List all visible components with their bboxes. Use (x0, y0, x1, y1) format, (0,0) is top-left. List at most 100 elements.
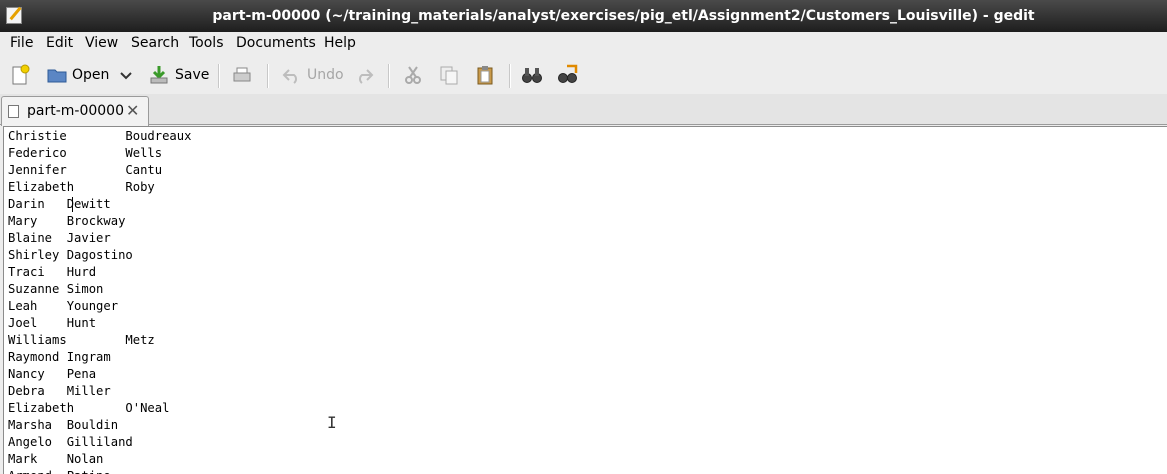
first-name: Mark (8, 452, 38, 466)
first-name: Shirley (8, 248, 60, 262)
paste-button[interactable] (474, 62, 496, 88)
toolbar-separator (388, 64, 390, 88)
last-name: Brockway (66, 214, 126, 228)
last-name: Younger (66, 299, 119, 313)
last-name: Simon (66, 282, 104, 296)
last-name: Boudreaux (125, 129, 192, 143)
redo-button[interactable] (353, 62, 375, 88)
first-name: Angelo (8, 435, 53, 449)
text-line: Elizabeth Roby (8, 179, 191, 196)
first-name: Darin (8, 197, 45, 211)
last-name: Wells (125, 146, 163, 160)
last-name: Dagostino (66, 248, 133, 262)
find-button[interactable] (521, 62, 543, 88)
folder-icon (47, 69, 67, 83)
text-line: Traci Hurd (8, 264, 191, 281)
first-name: Elizabeth (8, 180, 75, 194)
close-tab-icon[interactable]: ✕ (126, 101, 139, 120)
first-name: Williams (8, 333, 67, 347)
first-name: Nancy (8, 367, 45, 381)
print-button[interactable] (231, 62, 253, 88)
undo-icon (282, 69, 297, 84)
undo-button[interactable]: Undo (281, 62, 344, 88)
first-name: Blaine (8, 231, 53, 245)
save-label: Save (175, 67, 210, 83)
last-name: O'Neal (125, 401, 170, 415)
text-line: Blaine Javier (8, 230, 191, 247)
menu-file[interactable]: File (8, 34, 35, 52)
text-line: Nancy Pena (8, 366, 191, 383)
copy-icon (440, 66, 458, 85)
redo-icon (359, 69, 374, 84)
text-line: Jennifer Cantu (8, 162, 191, 179)
open-label: Open (72, 67, 110, 83)
chevron-down-icon (120, 72, 132, 80)
document-tab-bar: part-m-00000 ✕ (0, 94, 1167, 126)
first-name: Debra (8, 384, 45, 398)
menu-view[interactable]: View (83, 34, 120, 52)
first-name: Leah (8, 299, 38, 313)
toolbar-separator (509, 64, 511, 88)
text-line: Joel Hunt (8, 315, 191, 332)
new-document-button[interactable] (9, 62, 31, 88)
text-line: Christie Boudreaux (8, 128, 191, 145)
last-name: Hunt (66, 316, 97, 330)
text-line: Mark Nolan (8, 451, 191, 468)
text-line: Raymond Ingram (8, 349, 191, 366)
text-line: Mary Brockway (8, 213, 191, 230)
last-name: Miller (66, 384, 111, 398)
first-name: Elizabeth (8, 401, 75, 415)
last-name: Hurd (66, 265, 97, 279)
text-file-icon (8, 105, 19, 118)
first-name: Mary (8, 214, 38, 228)
printer-icon (233, 67, 251, 82)
clipboard-icon (477, 66, 493, 85)
last-name: Bouldin (66, 418, 119, 432)
text-line: Williams Metz (8, 332, 191, 349)
text-line: Debra Miller (8, 383, 191, 400)
menu-help[interactable]: Help (322, 34, 358, 52)
text-line: Angelo Gilliland (8, 434, 191, 451)
save-icon (150, 66, 168, 84)
open-recent-dropdown[interactable] (118, 62, 134, 88)
text-caret (72, 197, 73, 212)
tab-label: part-m-00000 (27, 103, 124, 119)
title-bar[interactable]: part-m-00000 (~/training_materials/analy… (0, 0, 1167, 32)
last-name: Dewitt (66, 197, 111, 211)
first-name: Suzanne (8, 282, 60, 296)
last-name: Javier (66, 231, 111, 245)
find-replace-icon (558, 64, 578, 83)
open-button[interactable]: Open (46, 62, 109, 88)
menu-tools[interactable]: Tools (187, 34, 226, 52)
menu-edit[interactable]: Edit (44, 34, 75, 52)
menu-bar: File Edit View Search Tools Documents He… (0, 32, 1167, 56)
last-name: Ingram (66, 350, 111, 364)
undo-label: Undo (307, 67, 344, 83)
menu-search[interactable]: Search (129, 34, 181, 52)
last-name: Cantu (125, 163, 163, 177)
first-name: Raymond (8, 350, 60, 364)
text-line: Darin Dewitt (8, 196, 191, 213)
menu-documents[interactable]: Documents (234, 34, 318, 52)
text-editor[interactable]: Christie Boudreaux Federico Wells Jennifer… (3, 126, 1167, 474)
toolbar-separator (218, 64, 220, 88)
tab-part-m-00000[interactable]: part-m-00000 ✕ (1, 96, 149, 126)
scissors-icon (405, 66, 421, 84)
last-name: Patino (67, 469, 111, 474)
window-title: part-m-00000 (~/training_materials/analy… (212, 8, 1035, 24)
new-document-icon (12, 64, 30, 85)
toolbar-separator (267, 64, 269, 88)
first-name: Federico (8, 146, 67, 160)
find-replace-button[interactable] (557, 62, 579, 88)
last-name: Nolan (66, 452, 104, 466)
text-line: Suzanne Simon (8, 281, 191, 298)
cut-button[interactable] (402, 62, 424, 88)
binoculars-icon (522, 68, 542, 83)
text-line: Leah Younger (8, 298, 191, 315)
last-name: Roby (125, 180, 155, 194)
first-name: Traci (8, 265, 45, 279)
copy-button[interactable] (438, 62, 460, 88)
first-name: Joel (8, 316, 38, 330)
last-name: Metz (125, 333, 155, 347)
save-button[interactable]: Save (148, 62, 209, 88)
